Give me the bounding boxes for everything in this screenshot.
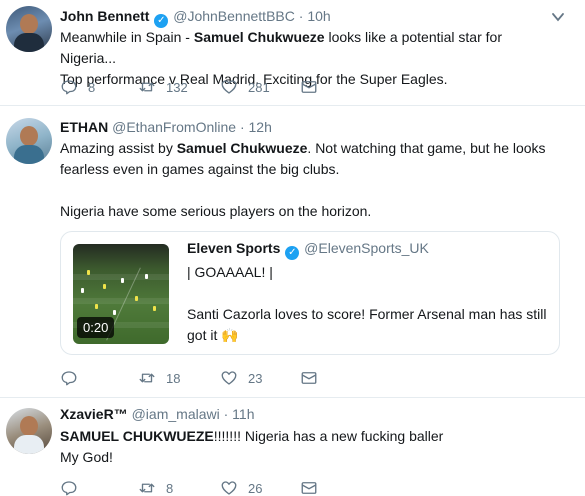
reply-icon xyxy=(61,371,77,386)
timestamp[interactable]: 12h xyxy=(249,119,272,135)
reply-count: 8 xyxy=(88,79,96,95)
envelope-icon xyxy=(301,81,317,93)
video-thumbnail[interactable]: 0:20 xyxy=(73,244,169,344)
like-button[interactable]: 23 xyxy=(220,368,262,388)
tweet-header: XzavieR™ @iam_malawi · 11h xyxy=(60,406,255,422)
user-handle[interactable]: @JohnBennettBBC xyxy=(173,8,295,24)
user-handle[interactable]: @EthanFromOnline xyxy=(112,119,236,135)
separator-dot: · xyxy=(298,8,304,24)
retweet-icon xyxy=(139,483,155,493)
display-name[interactable]: XzavieR™ xyxy=(60,406,128,422)
like-count: 281 xyxy=(248,79,270,95)
retweet-button[interactable]: 18 xyxy=(138,368,180,388)
reply-icon xyxy=(61,80,77,95)
timestamp[interactable]: 10h xyxy=(307,8,330,24)
retweet-button[interactable]: 132 xyxy=(138,77,188,97)
tweet[interactable]: John Bennett ✓ @JohnBennettBBC · 10h Mea… xyxy=(0,0,585,106)
heart-icon xyxy=(221,80,237,94)
display-name[interactable]: ETHAN xyxy=(60,119,108,135)
like-button[interactable]: 281 xyxy=(220,77,270,97)
avatar[interactable] xyxy=(6,6,52,52)
timestamp[interactable]: 11h xyxy=(232,406,254,422)
direct-message-button[interactable] xyxy=(300,77,328,97)
tweet[interactable]: ETHAN @EthanFromOnline · 12h Amazing ass… xyxy=(0,106,585,398)
user-handle[interactable]: @iam_malawi xyxy=(132,406,220,422)
direct-message-button[interactable] xyxy=(300,478,328,496)
envelope-icon xyxy=(301,482,317,494)
reply-button[interactable] xyxy=(60,368,88,388)
verified-badge-icon: ✓ xyxy=(285,246,300,260)
like-button[interactable]: 26 xyxy=(220,478,262,496)
heart-icon xyxy=(221,481,237,495)
chevron-down-icon[interactable] xyxy=(551,10,565,24)
heart-icon xyxy=(221,371,237,385)
verified-badge-icon: ✓ xyxy=(154,14,169,28)
tweet-actions: 18 23 xyxy=(60,368,360,388)
reply-button[interactable]: 8 xyxy=(60,77,95,97)
tweet-header: John Bennett ✓ @JohnBennettBBC · 10h xyxy=(60,8,331,28)
quoted-user-handle[interactable]: @ElevenSports_UK xyxy=(304,240,429,256)
reply-icon xyxy=(61,481,77,496)
tweet-text: SAMUEL CHUKWUEZE!!!!!!! Nigeria has a ne… xyxy=(60,428,444,465)
direct-message-button[interactable] xyxy=(300,368,328,388)
retweet-button[interactable]: 8 xyxy=(138,478,173,496)
tweet[interactable]: XzavieR™ @iam_malawi · 11h SAMUEL CHUKWU… xyxy=(0,398,585,496)
separator-dot: · xyxy=(239,119,245,135)
retweet-icon xyxy=(139,82,155,92)
avatar[interactable] xyxy=(6,118,52,164)
retweet-count: 132 xyxy=(166,79,188,95)
like-count: 26 xyxy=(248,480,263,496)
tweet-header: ETHAN @EthanFromOnline · 12h xyxy=(60,119,272,135)
like-count: 23 xyxy=(248,370,263,386)
separator-dot: · xyxy=(223,406,229,422)
tweet-actions: 8 132 281 xyxy=(60,77,360,97)
quoted-display-name[interactable]: Eleven Sports xyxy=(187,240,280,256)
quoted-tweet-text: | GOAAAAL! | Santi Cazorla loves to scor… xyxy=(187,264,547,343)
quoted-tweet-header: Eleven Sports ✓ @ElevenSports_UK xyxy=(187,240,429,260)
tweet-text: Amazing assist by Samuel Chukwueze. Not … xyxy=(60,140,546,219)
video-duration: 0:20 xyxy=(77,317,115,338)
reply-button[interactable] xyxy=(60,478,88,496)
quoted-tweet[interactable]: 0:20 Eleven Sports ✓ @ElevenSports_UK | … xyxy=(60,231,560,355)
avatar[interactable] xyxy=(6,408,52,454)
tweet-actions: 8 26 xyxy=(60,478,360,496)
retweet-count: 8 xyxy=(166,480,174,496)
retweet-icon xyxy=(139,373,155,383)
display-name[interactable]: John Bennett xyxy=(60,8,149,24)
envelope-icon xyxy=(301,372,317,384)
retweet-count: 18 xyxy=(166,370,181,386)
